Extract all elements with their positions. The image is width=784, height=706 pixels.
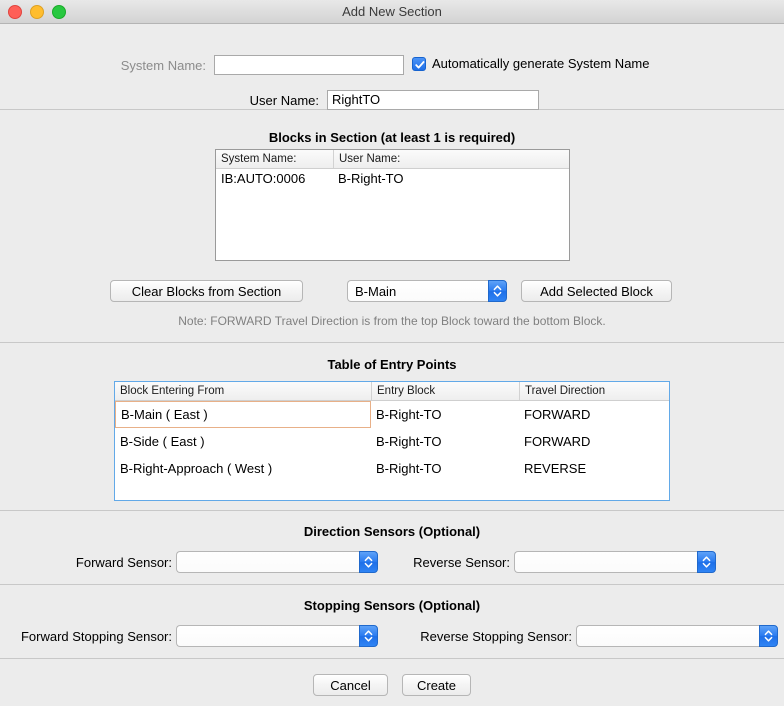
entry-cell-travel-direction[interactable]: REVERSE — [519, 455, 669, 482]
forward-stopping-sensor-value[interactable] — [176, 625, 359, 647]
auto-generate-checkbox-row[interactable]: Automatically generate System Name — [412, 56, 649, 71]
add-selected-block-button[interactable]: Add Selected Block — [521, 280, 672, 302]
reverse-stopping-sensor-label: Reverse Stopping Sensor: — [406, 629, 572, 644]
blocks-cell-system-name[interactable]: IB:AUTO:0006 — [216, 169, 333, 188]
entry-cell-entry-block[interactable]: B-Right-TO — [371, 401, 519, 428]
minimize-button-icon[interactable] — [30, 5, 44, 19]
blocks-in-section-panel: Blocks in Section (at least 1 is require… — [0, 110, 784, 342]
reverse-sensor-label: Reverse Sensor: — [406, 555, 510, 570]
auto-generate-checkbox-label[interactable]: Automatically generate System Name — [432, 56, 649, 71]
forward-sensor-value[interactable] — [176, 551, 359, 573]
blocks-table-header: System Name: User Name: — [216, 150, 569, 169]
entry-points-table-header: Block Entering From Entry Block Travel D… — [115, 382, 669, 401]
table-row[interactable]: B-Side ( East ) B-Right-TO FORWARD — [115, 428, 669, 455]
clear-blocks-button[interactable]: Clear Blocks from Section — [110, 280, 303, 302]
reverse-sensor-value[interactable] — [514, 551, 697, 573]
chevron-updown-icon[interactable] — [759, 625, 778, 647]
forward-sensor-label: Forward Sensor: — [64, 555, 172, 570]
window-title: Add New Section — [342, 4, 442, 19]
chevron-updown-icon[interactable] — [359, 625, 378, 647]
forward-stopping-sensor-dropdown[interactable] — [176, 625, 378, 647]
forward-stopping-sensor-label: Forward Stopping Sensor: — [8, 629, 172, 644]
name-form-panel: System Name: Automatically generate Syst… — [0, 24, 784, 109]
system-name-row: System Name: — [110, 55, 404, 75]
entry-points-table[interactable]: Block Entering From Entry Block Travel D… — [114, 381, 670, 501]
entry-cell-block-entering-from[interactable]: B-Side ( East ) — [115, 428, 371, 455]
blocks-col-user-name[interactable]: User Name: — [333, 150, 569, 168]
user-name-label: User Name: — [247, 93, 319, 108]
stopping-sensors-panel: Stopping Sensors (Optional) Forward Stop… — [0, 585, 784, 658]
entry-cell-travel-direction[interactable]: FORWARD — [519, 401, 669, 428]
entry-cell-block-entering-from[interactable]: B-Main ( East ) — [115, 401, 371, 428]
entry-col-entry-block[interactable]: Entry Block — [371, 382, 519, 400]
blocks-col-system-name[interactable]: System Name: — [216, 150, 333, 168]
forward-sensor-dropdown[interactable] — [176, 551, 378, 573]
block-select-dropdown[interactable]: B-Main — [347, 280, 507, 302]
footer-panel: Cancel Create — [0, 659, 784, 706]
stopping-sensors-title: Stopping Sensors (Optional) — [0, 598, 784, 613]
direction-sensors-panel: Direction Sensors (Optional) Forward Sen… — [0, 511, 784, 584]
system-name-label: System Name: — [110, 58, 206, 73]
reverse-stopping-sensor-row: Reverse Stopping Sensor: — [406, 625, 778, 647]
blocks-section-title: Blocks in Section (at least 1 is require… — [0, 130, 784, 145]
entry-cell-travel-direction[interactable]: FORWARD — [519, 428, 669, 455]
reverse-sensor-row: Reverse Sensor: — [406, 551, 716, 573]
cancel-button[interactable]: Cancel — [313, 674, 388, 696]
direction-sensors-title: Direction Sensors (Optional) — [0, 524, 784, 539]
chevron-updown-icon[interactable] — [488, 280, 507, 302]
footer-button-group: Cancel Create — [0, 674, 784, 696]
entry-cell-block-entering-from[interactable]: B-Right-Approach ( West ) — [115, 455, 371, 482]
table-row[interactable]: B-Main ( East ) B-Right-TO FORWARD — [115, 401, 669, 428]
maximize-button-icon[interactable] — [52, 5, 66, 19]
entry-cell-entry-block[interactable]: B-Right-TO — [371, 428, 519, 455]
user-name-row: User Name: — [247, 90, 539, 110]
entry-col-travel-direction[interactable]: Travel Direction — [519, 382, 669, 400]
table-row[interactable]: B-Right-Approach ( West ) B-Right-TO REV… — [115, 455, 669, 482]
checkbox-checked-icon[interactable] — [412, 57, 426, 71]
blocks-cell-user-name[interactable]: B-Right-TO — [333, 169, 569, 188]
user-name-input[interactable] — [327, 90, 539, 110]
chevron-updown-icon[interactable] — [359, 551, 378, 573]
reverse-stopping-sensor-dropdown[interactable] — [576, 625, 778, 647]
traffic-light-group — [8, 0, 66, 23]
create-button[interactable]: Create — [402, 674, 471, 696]
system-name-input[interactable] — [214, 55, 404, 75]
blocks-table[interactable]: System Name: User Name: IB:AUTO:0006 B-R… — [215, 149, 570, 261]
reverse-stopping-sensor-value[interactable] — [576, 625, 759, 647]
entry-points-panel: Table of Entry Points Block Entering Fro… — [0, 343, 784, 510]
block-select-value[interactable]: B-Main — [347, 280, 488, 302]
table-row[interactable]: IB:AUTO:0006 B-Right-TO — [216, 169, 569, 188]
forward-stopping-sensor-row: Forward Stopping Sensor: — [8, 625, 378, 647]
entry-cell-entry-block[interactable]: B-Right-TO — [371, 455, 519, 482]
travel-direction-note: Note: FORWARD Travel Direction is from t… — [0, 314, 784, 328]
forward-sensor-row: Forward Sensor: — [64, 551, 378, 573]
chevron-updown-icon[interactable] — [697, 551, 716, 573]
close-button-icon[interactable] — [8, 5, 22, 19]
window-titlebar: Add New Section — [0, 0, 784, 24]
reverse-sensor-dropdown[interactable] — [514, 551, 716, 573]
entry-points-title: Table of Entry Points — [0, 357, 784, 372]
entry-col-block-entering-from[interactable]: Block Entering From — [115, 382, 371, 400]
